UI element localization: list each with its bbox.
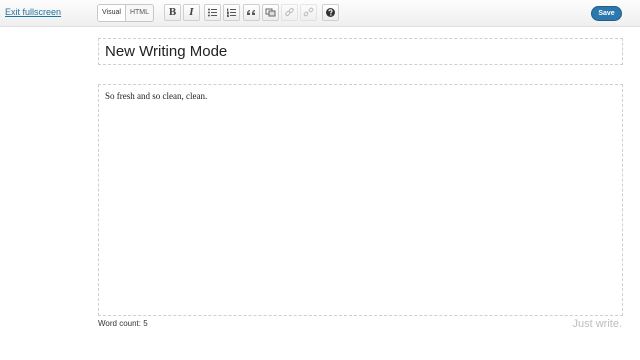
post-title-field[interactable]: New Writing Mode bbox=[98, 38, 623, 65]
post-content-editor[interactable]: So fresh and so clean, clean. bbox=[98, 84, 623, 316]
unlink-icon bbox=[303, 7, 314, 17]
bullet-list-button[interactable] bbox=[204, 4, 221, 21]
exit-fullscreen-link[interactable]: Exit fullscreen bbox=[5, 7, 61, 17]
word-count: Word count: 5 bbox=[98, 319, 148, 328]
italic-button[interactable]: I bbox=[183, 4, 200, 21]
blockquote-button[interactable] bbox=[243, 4, 260, 21]
bullet-list-icon bbox=[208, 8, 217, 17]
quote-icon bbox=[247, 10, 255, 15]
html-mode-button[interactable]: HTML bbox=[126, 5, 153, 21]
link-icon bbox=[285, 7, 294, 17]
post-title-text: New Writing Mode bbox=[105, 43, 228, 60]
italic-icon: I bbox=[189, 7, 194, 18]
media-icon bbox=[265, 8, 276, 17]
visual-mode-button[interactable]: Visual bbox=[98, 5, 126, 21]
numbered-list-icon bbox=[227, 8, 236, 17]
insert-button-group bbox=[243, 4, 317, 21]
insert-link-button[interactable] bbox=[281, 4, 298, 21]
post-content-text: So fresh and so clean, clean. bbox=[105, 91, 208, 101]
bold-icon: B bbox=[168, 7, 177, 18]
help-button[interactable] bbox=[322, 4, 339, 21]
editor-mode-switch: Visual HTML bbox=[97, 4, 155, 22]
help-icon bbox=[326, 8, 335, 17]
format-button-group: B I bbox=[164, 4, 200, 21]
media-button[interactable] bbox=[262, 4, 279, 21]
tagline: Just write. bbox=[572, 318, 622, 330]
help-button-group bbox=[322, 4, 339, 21]
list-button-group bbox=[204, 4, 240, 21]
save-button[interactable]: Save bbox=[591, 6, 622, 21]
bold-button[interactable]: B bbox=[164, 4, 181, 21]
numbered-list-button[interactable] bbox=[223, 4, 240, 21]
fullscreen-toolbar: Exit fullscreen Visual HTML B I Save bbox=[0, 0, 640, 27]
unlink-button[interactable] bbox=[300, 4, 317, 21]
